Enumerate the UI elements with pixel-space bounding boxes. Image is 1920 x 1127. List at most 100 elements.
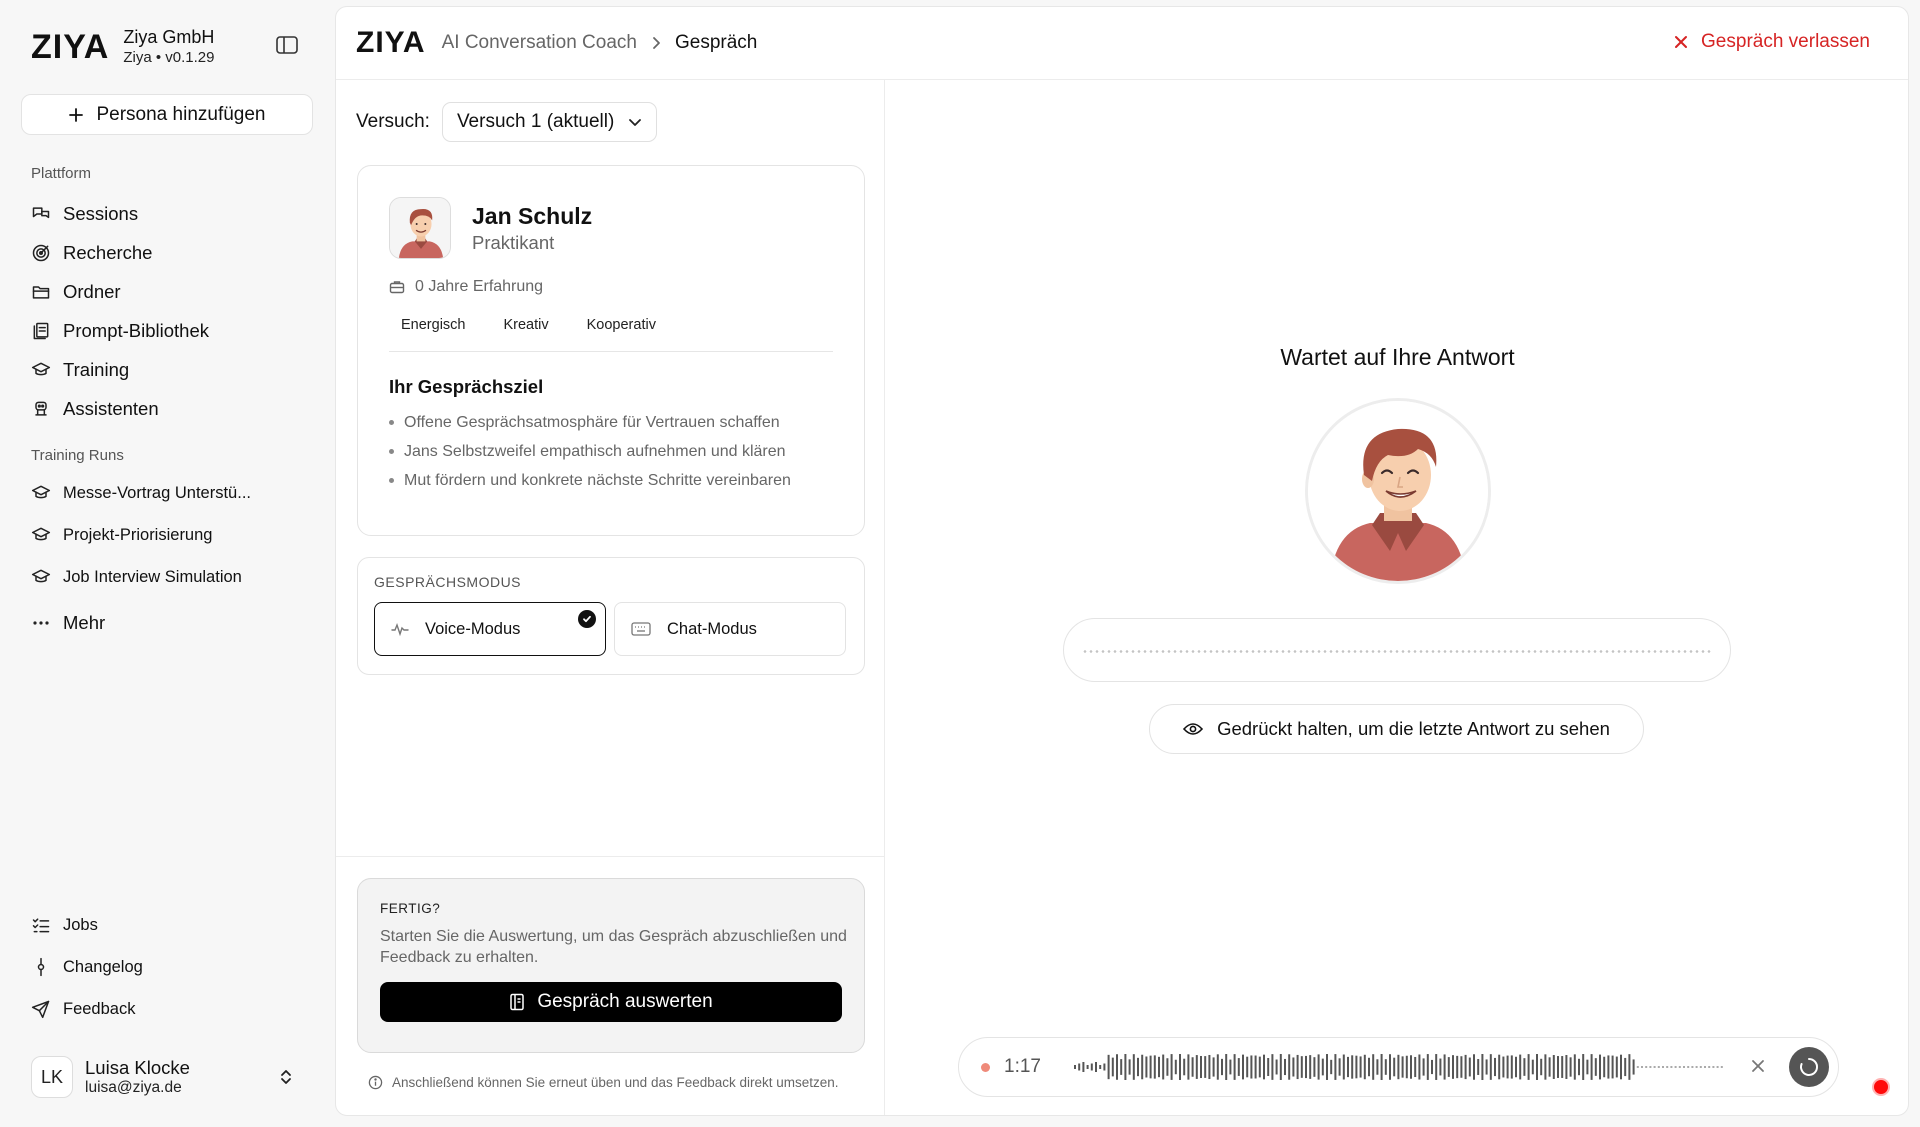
waveform-bar xyxy=(1275,1059,1278,1075)
add-persona-label: Persona hinzufügen xyxy=(96,103,266,125)
waveform-bar xyxy=(1242,1054,1244,1080)
persona-names: Jan Schulz Praktikant xyxy=(472,203,592,254)
waveform-bar xyxy=(1716,1066,1719,1068)
waveform-bar xyxy=(1649,1066,1652,1068)
goal-item: Offene Gesprächsatmosphäre für Vertrauen… xyxy=(389,408,833,437)
graduation-cap-icon xyxy=(31,362,51,376)
recording-spinner-button[interactable] xyxy=(1789,1047,1829,1087)
conversation-status: Wartet auf Ihre Antwort xyxy=(1280,344,1515,370)
brand-header[interactable]: ZIYA Ziya GmbH Ziya • v0.1.29 xyxy=(21,0,312,94)
waveform-bar xyxy=(1359,1056,1362,1078)
more-dots-icon xyxy=(33,621,49,625)
evaluate-label: Gespräch auswerten xyxy=(537,991,713,1012)
waveform-bar xyxy=(1305,1055,1307,1079)
waveform-bar xyxy=(1691,1066,1694,1068)
sidebar-item-assistenten[interactable]: Assistenten xyxy=(21,390,312,428)
chevrons-up-down-icon xyxy=(279,1067,293,1087)
waveform-bar xyxy=(1338,1058,1341,1076)
sidebar-item-changelog[interactable]: Changelog xyxy=(21,950,313,984)
top-bar: ZIYA AI Conversation Coach Gespräch Gesp… xyxy=(336,7,1908,80)
waveform-bar xyxy=(1078,1063,1081,1071)
waveform-bar xyxy=(1494,1057,1496,1077)
waveform-bar xyxy=(1384,1059,1387,1075)
sidebar-item-mehr[interactable]: Mehr xyxy=(21,606,312,640)
training-runs-section-label: Training Runs xyxy=(31,447,124,464)
waveform-bar xyxy=(1145,1056,1148,1078)
sidebar-item-projekt-priorisierung[interactable]: Projekt-Priorisierung xyxy=(21,518,312,552)
waveform-bar xyxy=(1250,1055,1253,1079)
waveform-bar xyxy=(1447,1057,1450,1077)
waveform-bar xyxy=(1666,1066,1669,1068)
chevron-right-icon xyxy=(651,36,661,50)
sidebar-item-recherche[interactable]: Recherche xyxy=(21,234,312,272)
waveform-bar xyxy=(1355,1055,1358,1079)
waveform-bar xyxy=(1263,1054,1265,1080)
chat-mode-option[interactable]: Chat-Modus xyxy=(614,602,846,656)
waveform-bar xyxy=(1162,1054,1165,1080)
waveform-bar xyxy=(1704,1066,1706,1068)
attempt-dropdown[interactable]: Versuch 1 (aktuell) xyxy=(441,102,658,142)
waveform-bar xyxy=(1657,1066,1660,1068)
brand-text: Ziya GmbH Ziya • v0.1.29 xyxy=(123,27,214,67)
waveform-bar xyxy=(1594,1058,1597,1076)
waveform-bar xyxy=(1552,1055,1555,1079)
waveform-bar xyxy=(1557,1056,1559,1078)
org-name: Ziya GmbH xyxy=(123,27,215,48)
attempt-label: Versuch: xyxy=(356,111,430,132)
avatar: LK xyxy=(31,1056,73,1098)
waveform-bar xyxy=(1170,1054,1173,1080)
waveform-bar xyxy=(1309,1055,1312,1079)
sidebar-item-feedback[interactable]: Feedback xyxy=(21,992,313,1026)
user-email: luisa@ziya.de xyxy=(85,1078,182,1096)
voice-mode-option[interactable]: Voice-Modus xyxy=(374,602,606,656)
divider xyxy=(336,856,885,857)
waveform-bar xyxy=(1153,1055,1156,1079)
recording-waveform xyxy=(1074,1054,1723,1080)
folder-icon xyxy=(32,286,50,299)
persona-tag: Kooperativ xyxy=(586,317,656,333)
cancel-recording-icon[interactable] xyxy=(1750,1058,1766,1074)
sidebar-item-label: Jobs xyxy=(63,915,98,934)
waveform-bar xyxy=(1254,1055,1257,1079)
add-persona-button[interactable]: Persona hinzufügen xyxy=(21,94,313,135)
sidebar-item-messe-vortrag[interactable]: Messe-Vortrag Unterstü... xyxy=(21,476,312,510)
waveform-bar xyxy=(1611,1055,1614,1079)
header-ziya-logo[interactable]: ZIYA xyxy=(356,28,426,58)
goal-item: Mut fördern und konkrete nächste Schritt… xyxy=(389,466,833,495)
waveform-bar xyxy=(1380,1054,1383,1080)
waveform-bar xyxy=(1489,1054,1492,1080)
graduation-cap-icon xyxy=(31,485,51,499)
waveform-bar xyxy=(1582,1054,1585,1080)
sidebar-item-ordner[interactable]: Ordner xyxy=(21,273,312,311)
chat-bubbles-icon xyxy=(32,207,50,219)
waveform-bar xyxy=(1515,1056,1517,1078)
waveform-bar xyxy=(1095,1062,1097,1072)
sidebar-item-prompt-bibliothek[interactable]: Prompt-Bibliothek xyxy=(21,312,312,350)
waveform-bar xyxy=(1187,1054,1190,1080)
sidebar-item-sessions[interactable]: Sessions xyxy=(21,195,312,233)
hold-to-view-last-response-button[interactable]: Gedrückt halten, um die letzte Antwort z… xyxy=(1149,704,1644,754)
sidebar-item-jobs[interactable]: Jobs xyxy=(21,908,313,942)
sidebar-item-label: Job Interview Simulation xyxy=(63,567,242,586)
waveform-bar xyxy=(1607,1055,1610,1079)
user-menu[interactable]: LK Luisa Klocke luisa@ziya.de xyxy=(21,1049,313,1105)
evaluate-conversation-button[interactable]: Gespräch auswerten xyxy=(380,982,842,1022)
close-icon xyxy=(1675,36,1688,48)
live-recording-dot xyxy=(1872,1078,1890,1096)
sidebar-item-label: Mehr xyxy=(63,612,106,633)
sidebar-item-label: Changelog xyxy=(63,957,143,976)
sidebar-item-job-interview[interactable]: Job Interview Simulation xyxy=(21,560,312,594)
keyboard-icon xyxy=(631,622,651,636)
leave-conversation-button[interactable]: Gespräch verlassen xyxy=(1673,31,1870,53)
waveform-bar xyxy=(1284,1058,1286,1076)
sidebar-toggle-icon[interactable] xyxy=(276,36,300,56)
breadcrumb-ai-conversation-coach[interactable]: AI Conversation Coach xyxy=(442,32,637,54)
waveform-bar xyxy=(1233,1054,1236,1080)
persona-name: Jan Schulz xyxy=(472,202,593,229)
response-waveform xyxy=(1063,618,1731,682)
sidebar-item-training[interactable]: Training xyxy=(21,351,312,389)
waveform-bar xyxy=(1523,1058,1526,1076)
waveform-bar xyxy=(1334,1054,1337,1080)
waveform-bar xyxy=(1708,1066,1711,1068)
waveform-bar xyxy=(1498,1054,1501,1080)
